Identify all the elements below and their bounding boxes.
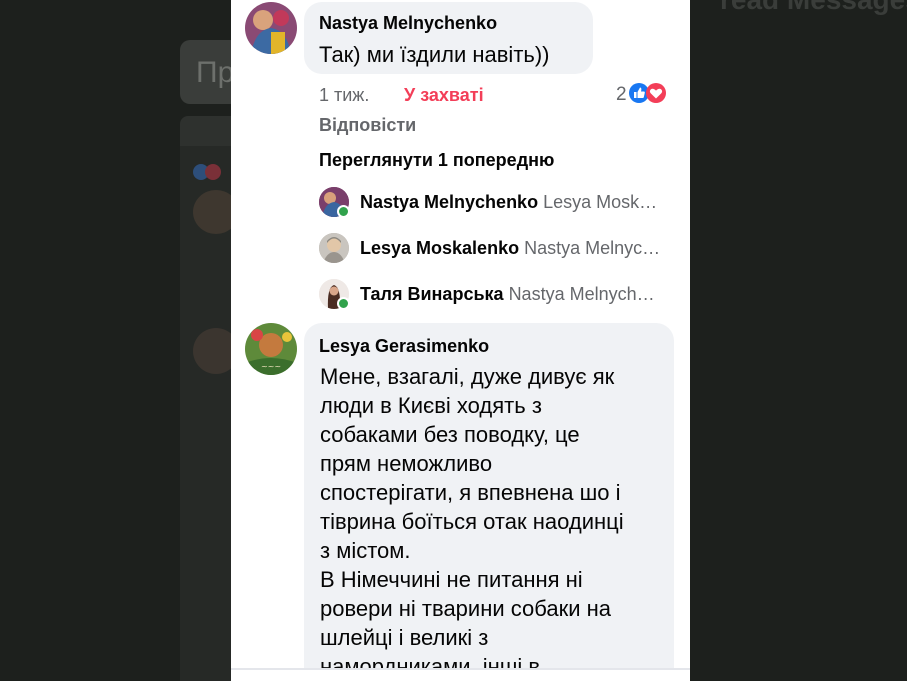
comment-text-line: з містом. (320, 538, 411, 563)
reaction-count: 2 (616, 84, 627, 105)
comment-author[interactable]: Nastya Melnychenko (319, 13, 497, 34)
love-icon (645, 82, 666, 108)
comment-text-line: Мене, взагалі, дуже дивує як (320, 364, 615, 389)
background-card-text: Пр (196, 56, 235, 89)
reply-button[interactable]: Відповісти (319, 115, 416, 136)
svg-text:~~~: ~~~ (261, 362, 281, 371)
online-indicator (337, 205, 350, 218)
reply-author: Lesya Moskalenko (360, 237, 520, 258)
reaction-label[interactable]: У захваті (404, 85, 484, 106)
reply-preview-text: Nastya Melnych… (508, 283, 655, 304)
comment-text-line: спостерігати, я впевнена шо і (320, 480, 621, 505)
avatar (319, 187, 350, 218)
background-header: read Messages (690, 0, 907, 22)
comment-text: Так) ми їздили навіть)) (319, 42, 550, 67)
comments-panel[interactable]: Nastya Melnychenko Так) ми їздили навіть… (231, 0, 690, 681)
reply-preview[interactable]: Таля Винарська Nastya Melnych… (319, 277, 670, 311)
reply-preview-text: Lesya Mosk… (543, 191, 658, 212)
avatar (319, 233, 349, 263)
avatar-image: ~~~ (245, 323, 297, 375)
avatar (319, 279, 350, 310)
view-previous-replies[interactable]: Переглянути 1 попередню (319, 150, 554, 171)
comment-bubble: Nastya Melnychenko Так) ми їздили навіть… (304, 2, 593, 74)
online-indicator (337, 297, 350, 310)
comment-text-line: тіврина боїться отак наодинці (320, 509, 624, 534)
comment-text-line: шлейці і великі з (320, 625, 489, 650)
background-reactions (193, 164, 227, 182)
avatar-image (245, 2, 297, 54)
reply-author: Nastya Melnychenko (360, 191, 539, 212)
bottom-bar (231, 670, 690, 681)
comment-text-line: В Німеччині не питання ні (320, 567, 583, 592)
comment-author[interactable]: Lesya Gerasimenko (319, 336, 489, 357)
reply-preview-text: Nastya Melnyc… (524, 237, 661, 258)
comment-time[interactable]: 1 тиж. (319, 85, 369, 106)
avatar[interactable] (245, 2, 297, 54)
background-love-icon (205, 164, 221, 180)
comment-text-line: ровери ні тварини собаки на (320, 596, 611, 621)
comment-text: Мене, взагалі, дуже дивує як люди в Києві… (320, 362, 660, 681)
comment-text-line: люди в Києві ходять з (320, 393, 542, 418)
reply-preview[interactable]: Nastya Melnychenko Lesya Mosk… (319, 185, 670, 219)
avatar[interactable]: ~~~ (245, 323, 297, 375)
comment-text-line: прям неможливо (320, 451, 493, 476)
reply-preview[interactable]: Lesya Moskalenko Nastya Melnyc… (319, 231, 670, 265)
comment-text-line: собаками без поводку, це (320, 422, 580, 447)
reaction-summary[interactable]: 2 (616, 82, 666, 108)
reply-author: Таля Винарська (360, 283, 504, 304)
